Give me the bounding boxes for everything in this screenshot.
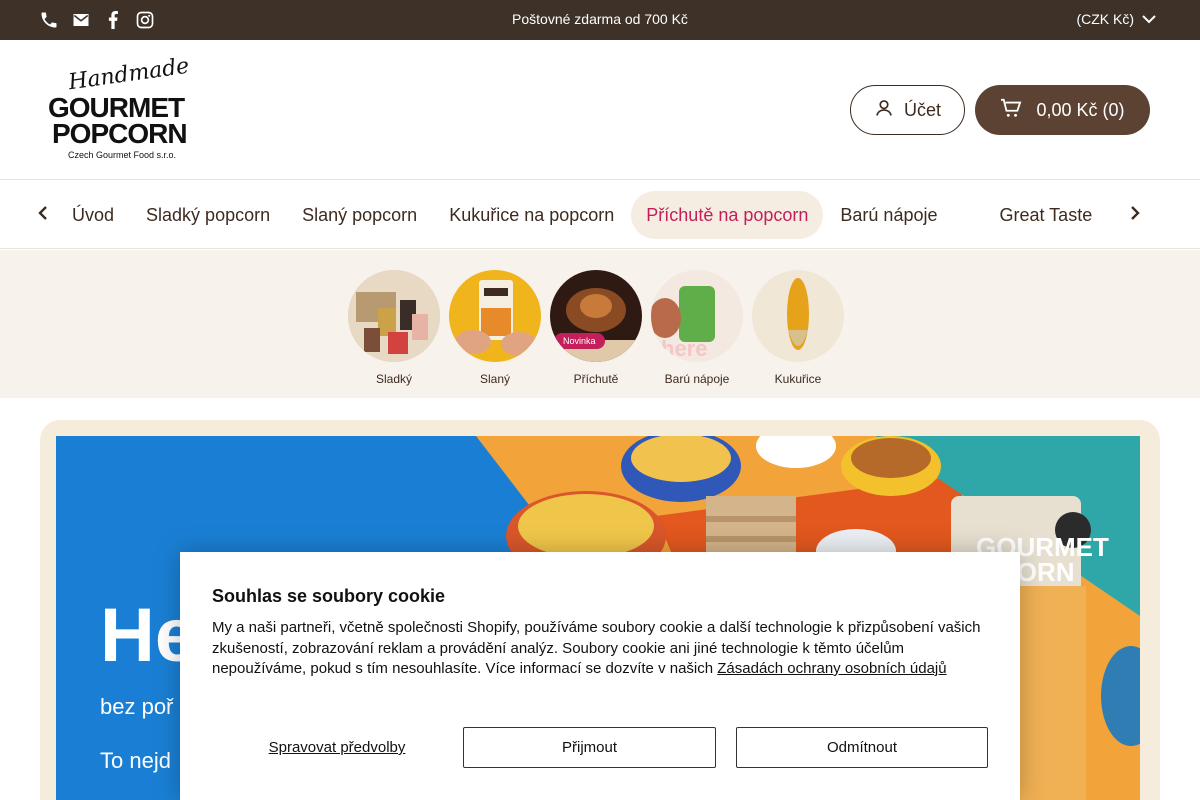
announcement-bar: Poštovné zdarma od 700 Kč (CZK Kč) (0, 0, 1200, 40)
nav-item-baru-napoje[interactable]: Barú nápoje (825, 191, 952, 239)
cookie-consent-dialog: Souhlas se soubory cookie My a naši part… (180, 552, 1020, 800)
account-label: Účet (903, 99, 941, 120)
main-nav: Úvod Sladký popcorn Slaný popcorn Kukuři… (0, 181, 1200, 249)
category-image: here (651, 270, 743, 362)
cart-label: 0,00 Kč (0) (1036, 99, 1125, 120)
site-logo[interactable]: Handmade GOURMET POPCORN Czech Gourmet F… (48, 54, 198, 160)
accept-button[interactable]: Přijmout (463, 727, 716, 768)
category-label: Příchutě (573, 372, 619, 386)
account-button[interactable]: Účet (850, 85, 965, 135)
nav-item-uvod[interactable]: Úvod (57, 191, 129, 239)
chevron-left-icon (38, 205, 48, 226)
nav-item-sladky-popcorn[interactable]: Sladký popcorn (131, 191, 285, 239)
category-strip: Sladký Slaný Novinka Příchutě here Barú … (0, 250, 1200, 398)
category-label: Slaný (479, 372, 511, 386)
svg-text:here: here (661, 336, 707, 361)
category-label: Sladký (375, 372, 413, 386)
category-sladky[interactable]: Sladký (348, 270, 440, 386)
novinka-badge: Novinka (554, 333, 605, 349)
category-baru-napoje[interactable]: here Barú nápoje (651, 270, 743, 386)
nav-item-prichute[interactable]: Příchutě na popcorn (631, 191, 824, 239)
manage-preferences-link[interactable]: Spravovat předvolby (212, 727, 462, 768)
shipping-promo: Poštovné zdarma od 700 Kč (512, 11, 688, 27)
hero-line2: To nejd (100, 748, 171, 773)
logo-tagline: Czech Gourmet Food s.r.o. (68, 150, 177, 160)
hero-subtitle: bez poř (100, 694, 174, 719)
nav-item-great-taste[interactable]: Great Taste (984, 191, 1107, 239)
chevron-down-icon (1142, 11, 1156, 27)
category-label: Barú nápoje (664, 372, 730, 386)
cookie-title: Souhlas se soubory cookie (212, 586, 446, 606)
category-slany[interactable]: Slaný (449, 270, 541, 386)
logo-line2: POPCORN (52, 118, 188, 149)
chevron-right-icon (1130, 205, 1140, 226)
category-label: Kukuřice (774, 372, 822, 386)
nav-item-kukurice[interactable]: Kukuřice na popcorn (434, 191, 629, 239)
category-image: Novinka (550, 270, 642, 362)
privacy-policy-link[interactable]: Zásadách ochrany osobních údajů (717, 660, 946, 677)
category-image (348, 270, 440, 362)
logo-script: Handmade (66, 53, 191, 96)
site-header: Handmade GOURMET POPCORN Czech Gourmet F… (0, 40, 1200, 180)
nav-items: Úvod Sladký popcorn Slaný popcorn Kukuři… (57, 191, 1115, 239)
category-image (752, 270, 844, 362)
nav-item-slany-popcorn[interactable]: Slaný popcorn (287, 191, 432, 239)
category-prichute[interactable]: Novinka Příchutě (550, 270, 642, 386)
cart-button[interactable]: 0,00 Kč (0) (975, 85, 1150, 135)
category-image (449, 270, 541, 362)
nav-prev-button[interactable] (31, 203, 55, 227)
user-icon (874, 98, 894, 123)
cart-icon (1000, 98, 1022, 123)
currency-selector[interactable]: (CZK Kč) (1076, 11, 1156, 27)
nav-next-button[interactable] (1123, 203, 1147, 227)
currency-label: (CZK Kč) (1076, 11, 1134, 27)
category-kukurice[interactable]: Kukuřice (752, 270, 844, 386)
decline-button[interactable]: Odmítnout (736, 727, 988, 768)
cookie-text: My a naši partneři, včetně společnosti S… (212, 618, 992, 680)
